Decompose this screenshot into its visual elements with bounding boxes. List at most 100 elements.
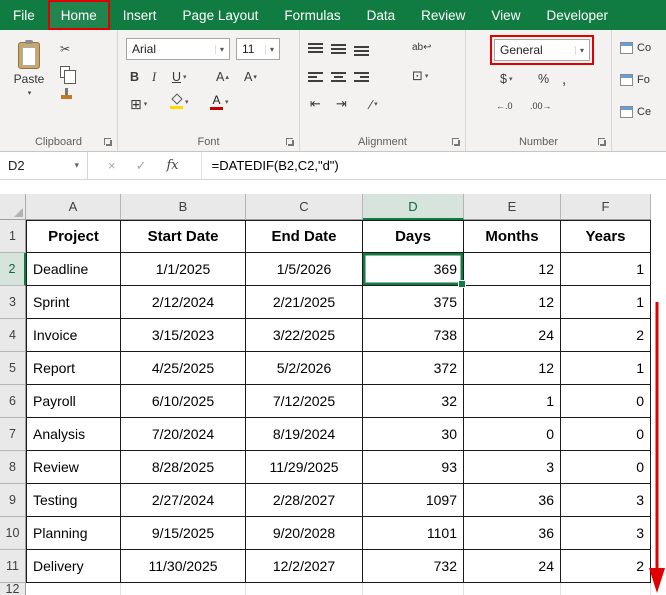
partial-cell-C12[interactable] xyxy=(246,583,363,595)
cell-C1[interactable]: End Date xyxy=(246,220,363,253)
align-right-button[interactable] xyxy=(354,67,369,87)
number-format-combo[interactable]: General ▾ xyxy=(494,39,590,61)
percent-style-button[interactable]: % xyxy=(538,69,549,89)
cell-B3[interactable]: 2/12/2024 xyxy=(121,286,246,319)
cell-A8[interactable]: Review xyxy=(26,451,121,484)
insert-function-button[interactable]: fx xyxy=(167,158,179,173)
format-painter-button[interactable] xyxy=(60,88,77,100)
cell-D2[interactable]: 369 xyxy=(363,253,464,286)
cell-B8[interactable]: 8/28/2025 xyxy=(121,451,246,484)
wrap-text-button[interactable]: ab↩ xyxy=(412,37,432,57)
cell-E5[interactable]: 12 xyxy=(464,352,561,385)
font-color-button[interactable]: A ▾ xyxy=(210,92,229,112)
cell-A4[interactable]: Invoice xyxy=(26,319,121,352)
row-header-4[interactable]: 4 xyxy=(0,319,26,352)
cell-F2[interactable]: 1 xyxy=(561,253,651,286)
decrease-indent-button[interactable]: ⇤ xyxy=(310,94,321,114)
cell-F4[interactable]: 2 xyxy=(561,319,651,352)
row-header-10[interactable]: 10 xyxy=(0,517,26,550)
cell-E8[interactable]: 3 xyxy=(464,451,561,484)
column-header-b[interactable]: B xyxy=(121,194,246,220)
name-box[interactable]: D2 ▾ xyxy=(0,152,88,179)
align-left-button[interactable] xyxy=(308,67,323,87)
partial-cell-B12[interactable] xyxy=(121,583,246,595)
bold-button[interactable]: B xyxy=(130,67,139,87)
comma-style-button[interactable]: , xyxy=(562,69,566,89)
format-as-table-button[interactable]: Fo xyxy=(620,74,650,86)
cell-F9[interactable]: 3 xyxy=(561,484,651,517)
merge-center-button[interactable]: ⊡ ▾ xyxy=(412,66,428,86)
align-top-button[interactable] xyxy=(308,39,323,59)
cell-E9[interactable]: 36 xyxy=(464,484,561,517)
row-header-6[interactable]: 6 xyxy=(0,385,26,418)
row-header-2[interactable]: 2 xyxy=(0,253,26,286)
cell-E10[interactable]: 36 xyxy=(464,517,561,550)
align-center-button[interactable] xyxy=(331,67,346,87)
formula-input[interactable]: =DATEDIF(B2,C2,"d") xyxy=(201,152,339,179)
cell-B2[interactable]: 1/1/2025 xyxy=(121,253,246,286)
underline-button[interactable]: U ▾ xyxy=(172,67,187,87)
cell-A1[interactable]: Project xyxy=(26,220,121,253)
cell-F7[interactable]: 0 xyxy=(561,418,651,451)
fill-color-button[interactable]: ▾ xyxy=(170,92,189,112)
cell-E3[interactable]: 12 xyxy=(464,286,561,319)
column-header-d[interactable]: D xyxy=(363,194,464,220)
column-header-e[interactable]: E xyxy=(464,194,561,220)
cell-E4[interactable]: 24 xyxy=(464,319,561,352)
tab-developer[interactable]: Developer xyxy=(533,0,621,30)
decrease-decimal-button[interactable]: .00→ xyxy=(530,96,552,116)
cell-C6[interactable]: 7/12/2025 xyxy=(246,385,363,418)
cell-B9[interactable]: 2/27/2024 xyxy=(121,484,246,517)
tab-review[interactable]: Review xyxy=(408,0,478,30)
row-header-1[interactable]: 1 xyxy=(0,220,26,253)
column-header-c[interactable]: C xyxy=(246,194,363,220)
cell-C7[interactable]: 8/19/2024 xyxy=(246,418,363,451)
row-header-9[interactable]: 9 xyxy=(0,484,26,517)
orientation-button[interactable]: ∕ ▾ xyxy=(370,94,378,114)
cell-A9[interactable]: Testing xyxy=(26,484,121,517)
cell-E11[interactable]: 24 xyxy=(464,550,561,583)
copy-button[interactable]: ▾ xyxy=(60,66,77,78)
cell-B5[interactable]: 4/25/2025 xyxy=(121,352,246,385)
cell-E2[interactable]: 12 xyxy=(464,253,561,286)
row-header-3[interactable]: 3 xyxy=(0,286,26,319)
tab-view[interactable]: View xyxy=(478,0,533,30)
cell-E7[interactable]: 0 xyxy=(464,418,561,451)
partial-cell-A12[interactable] xyxy=(26,583,121,595)
align-bottom-button[interactable] xyxy=(354,39,369,59)
cell-B11[interactable]: 11/30/2025 xyxy=(121,550,246,583)
cell-C11[interactable]: 12/2/2027 xyxy=(246,550,363,583)
dialog-launcher-icon[interactable] xyxy=(598,138,607,147)
cell-C5[interactable]: 5/2/2026 xyxy=(246,352,363,385)
cell-C8[interactable]: 11/29/2025 xyxy=(246,451,363,484)
cell-B7[interactable]: 7/20/2024 xyxy=(121,418,246,451)
cell-B1[interactable]: Start Date xyxy=(121,220,246,253)
cell-E6[interactable]: 1 xyxy=(464,385,561,418)
cell-D7[interactable]: 30 xyxy=(363,418,464,451)
row-header-12[interactable]: 12 xyxy=(0,583,26,595)
cell-F10[interactable]: 3 xyxy=(561,517,651,550)
cell-F6[interactable]: 0 xyxy=(561,385,651,418)
dialog-launcher-icon[interactable] xyxy=(452,138,461,147)
cell-A11[interactable]: Delivery xyxy=(26,550,121,583)
cell-C10[interactable]: 9/20/2028 xyxy=(246,517,363,550)
cell-A3[interactable]: Sprint xyxy=(26,286,121,319)
cell-C2[interactable]: 1/5/2026 xyxy=(246,253,363,286)
enter-button[interactable]: ✓ xyxy=(136,158,147,174)
cell-styles-button[interactable]: Ce xyxy=(620,106,651,118)
cell-D3[interactable]: 375 xyxy=(363,286,464,319)
increase-decimal-button[interactable]: ←.0 xyxy=(496,96,513,116)
increase-font-size-button[interactable]: A ▴ xyxy=(216,67,229,87)
cell-A7[interactable]: Analysis xyxy=(26,418,121,451)
row-header-5[interactable]: 5 xyxy=(0,352,26,385)
borders-button[interactable]: ⊞ ▾ xyxy=(130,94,147,114)
cell-D8[interactable]: 93 xyxy=(363,451,464,484)
cell-C9[interactable]: 2/28/2027 xyxy=(246,484,363,517)
tab-formulas[interactable]: Formulas xyxy=(271,0,353,30)
cell-A10[interactable]: Planning xyxy=(26,517,121,550)
cell-B4[interactable]: 3/15/2023 xyxy=(121,319,246,352)
italic-button[interactable]: I xyxy=(152,67,156,87)
cell-D4[interactable]: 738 xyxy=(363,319,464,352)
paste-button[interactable]: Paste ▾ xyxy=(6,36,52,126)
cell-F5[interactable]: 1 xyxy=(561,352,651,385)
